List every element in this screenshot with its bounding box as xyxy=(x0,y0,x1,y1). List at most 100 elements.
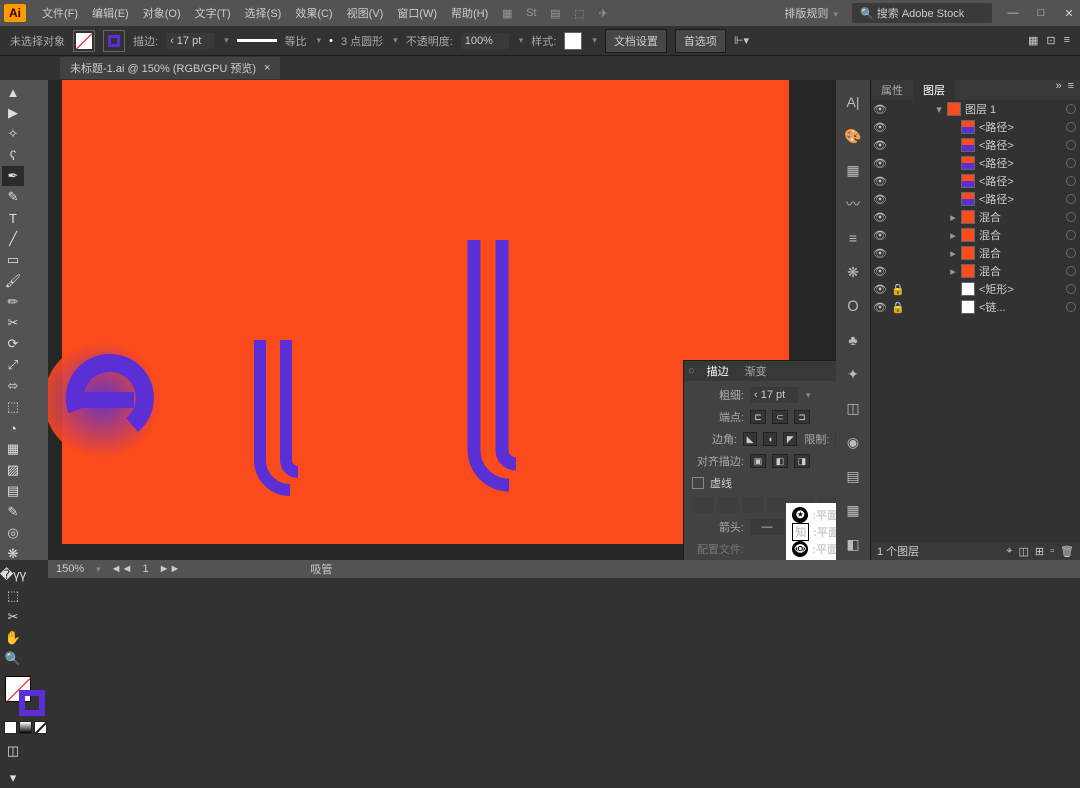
paintbrush-tool[interactable]: 🖌 xyxy=(2,271,24,291)
layer-row[interactable]: 👁<路径> xyxy=(871,154,1080,172)
layer-row[interactable]: 👁<路径> xyxy=(871,190,1080,208)
minimize-icon[interactable]: — xyxy=(1006,6,1020,20)
brushes-icon[interactable]: 〰 xyxy=(843,194,863,214)
visibility-icon[interactable]: 👁 xyxy=(873,229,887,242)
assets-icon[interactable]: ▦ xyxy=(843,500,863,520)
nav-next[interactable]: ►► xyxy=(159,563,181,575)
menu-select[interactable]: 选择(S) xyxy=(239,2,288,24)
layer-name[interactable]: <路径> xyxy=(979,137,1014,153)
fill-swatch[interactable] xyxy=(73,30,95,52)
menu-object[interactable]: 对象(O) xyxy=(137,2,187,24)
cap-butt[interactable]: ⊏ xyxy=(750,410,766,424)
layer-row[interactable]: 👁 <路径> xyxy=(871,172,1080,190)
layer-name[interactable]: <链... xyxy=(979,299,1006,315)
document-tab[interactable]: 未标题-1.ai @ 150% (RGB/GPU 预览) × xyxy=(60,57,280,79)
menu-effect[interactable]: 效果(C) xyxy=(289,2,338,24)
layer-name[interactable]: 混合 xyxy=(979,263,1001,279)
gradient-tab[interactable]: 渐变 xyxy=(737,361,775,381)
delete-layer-icon[interactable]: 🗑 xyxy=(1060,545,1074,558)
target-icon[interactable] xyxy=(1066,230,1076,240)
color-icon[interactable]: 🎨 xyxy=(843,126,863,146)
dashed-checkbox[interactable] xyxy=(692,477,704,489)
properties-tab[interactable]: 属性 xyxy=(871,80,913,100)
new-layer-icon[interactable]: ▫ xyxy=(1050,545,1054,558)
layer-name[interactable]: <路径> xyxy=(979,173,1014,189)
layer-name[interactable]: 混合 xyxy=(979,209,1001,225)
scale-tool[interactable]: ⤢ xyxy=(2,355,24,375)
swatches-icon[interactable]: ▦ xyxy=(843,160,863,180)
symbols-icon[interactable]: ❋ xyxy=(843,262,863,282)
dropdown-icon[interactable]: ▾ xyxy=(224,35,229,46)
search-stock[interactable]: 🔍 搜索 Adobe Stock xyxy=(852,3,992,23)
layer-row[interactable]: 👁 <路径> xyxy=(871,118,1080,136)
nav-prev[interactable]: ◄◄ xyxy=(111,563,133,575)
libraries-icon[interactable]: ◧ xyxy=(843,534,863,554)
gradient-tool[interactable]: ▤ xyxy=(2,481,24,501)
type-tool[interactable]: T xyxy=(2,208,24,228)
visibility-icon[interactable]: 👁 xyxy=(873,103,887,116)
width-tool[interactable]: ⬄ xyxy=(2,376,24,396)
appearance-icon[interactable]: ◉ xyxy=(843,432,863,452)
color-mode[interactable] xyxy=(4,721,17,734)
rotate-tool[interactable]: ⟳ xyxy=(2,334,24,354)
eraser-tool[interactable]: ✂ xyxy=(2,313,24,333)
view-mode-icon[interactable]: ≡ xyxy=(1064,34,1070,47)
make-clip-icon[interactable]: ◫ xyxy=(1019,545,1029,558)
menu-type[interactable]: 文字(T) xyxy=(189,2,237,24)
menubar-icon[interactable]: ▤ xyxy=(546,4,564,22)
opacity-input[interactable]: 100% xyxy=(461,33,509,49)
dropdown-icon[interactable]: ▾ xyxy=(393,35,398,46)
limit-input[interactable]: 10 xyxy=(835,431,836,447)
zoom-tool[interactable]: 🔍 xyxy=(2,649,24,669)
target-icon[interactable] xyxy=(1066,194,1076,204)
maximize-icon[interactable]: □ xyxy=(1034,6,1048,20)
align-icon[interactable]: ♣ xyxy=(843,330,863,350)
magic-wand-tool[interactable]: ✧ xyxy=(2,124,24,144)
layer-name[interactable]: <路径> xyxy=(979,119,1014,135)
line-tool[interactable]: ╱ xyxy=(2,229,24,249)
align-icon[interactable]: ⊩▾ xyxy=(734,34,749,47)
dropdown-icon[interactable]: ▾ xyxy=(317,35,322,46)
visibility-icon[interactable]: 👁 xyxy=(873,157,887,170)
stroke-color[interactable] xyxy=(19,690,45,716)
view-mode-icon[interactable]: ▦ xyxy=(1028,34,1038,47)
none-mode[interactable] xyxy=(34,721,47,734)
target-icon[interactable] xyxy=(1066,176,1076,186)
shaper-tool[interactable]: ✏ xyxy=(2,292,24,312)
preferences-button[interactable]: 首选项 xyxy=(675,29,726,53)
visibility-icon[interactable]: 👁 xyxy=(873,121,887,134)
close-tab-icon[interactable]: × xyxy=(264,62,270,74)
pathfinder-icon[interactable]: ◫ xyxy=(843,398,863,418)
artboard-tool[interactable]: ⬚ xyxy=(2,586,24,606)
menubar-icon[interactable]: St xyxy=(522,4,540,22)
gradient-mode[interactable] xyxy=(19,721,32,734)
target-icon[interactable] xyxy=(1066,266,1076,276)
mesh-tool[interactable]: ▨ xyxy=(2,460,24,480)
perspective-tool[interactable]: ▦ xyxy=(2,439,24,459)
stroke-icon[interactable]: ≡ xyxy=(843,228,863,248)
layer-row[interactable]: 👁▾图层 1 xyxy=(871,100,1080,118)
layer-row[interactable]: 👁<路径> xyxy=(871,136,1080,154)
visibility-icon[interactable]: 👁 xyxy=(873,301,887,314)
selection-tool[interactable]: ▲ xyxy=(2,82,24,102)
target-icon[interactable] xyxy=(1066,140,1076,150)
artboard[interactable] xyxy=(62,80,789,544)
cap-projecting[interactable]: ⊐ xyxy=(794,410,810,424)
type-icon[interactable]: Ｏ xyxy=(843,296,863,316)
dropdown-icon[interactable]: ▾ xyxy=(592,35,597,46)
visibility-icon[interactable]: 👁 xyxy=(873,247,887,260)
menu-edit[interactable]: 编辑(E) xyxy=(86,2,135,24)
visibility-icon[interactable]: 👁 xyxy=(873,175,887,188)
screen-mode[interactable]: ▾ xyxy=(2,768,24,788)
menubar-icon[interactable]: ✈ xyxy=(594,4,612,22)
cap-round[interactable]: ⊂ xyxy=(772,410,788,424)
fill-stroke-control[interactable] xyxy=(5,676,45,716)
visibility-icon[interactable]: 👁 xyxy=(873,265,887,278)
pen-tool[interactable]: ✒ xyxy=(2,166,24,186)
lasso-tool[interactable]: ʕ xyxy=(2,145,24,165)
menubar-icon[interactable]: ▦ xyxy=(498,4,516,22)
panel-menu-icon[interactable]: ≡ xyxy=(1068,80,1074,100)
canvas-area[interactable]: ○ 描边 渐变 » ≡ 粗细: ‹ 17 pt▾ 端点: ⊏ ⊂ ⊐ 边角: ◣… xyxy=(48,80,836,560)
graph-tool[interactable]: �үү xyxy=(2,565,24,585)
layer-row[interactable]: 👁🔒<矩形> xyxy=(871,280,1080,298)
